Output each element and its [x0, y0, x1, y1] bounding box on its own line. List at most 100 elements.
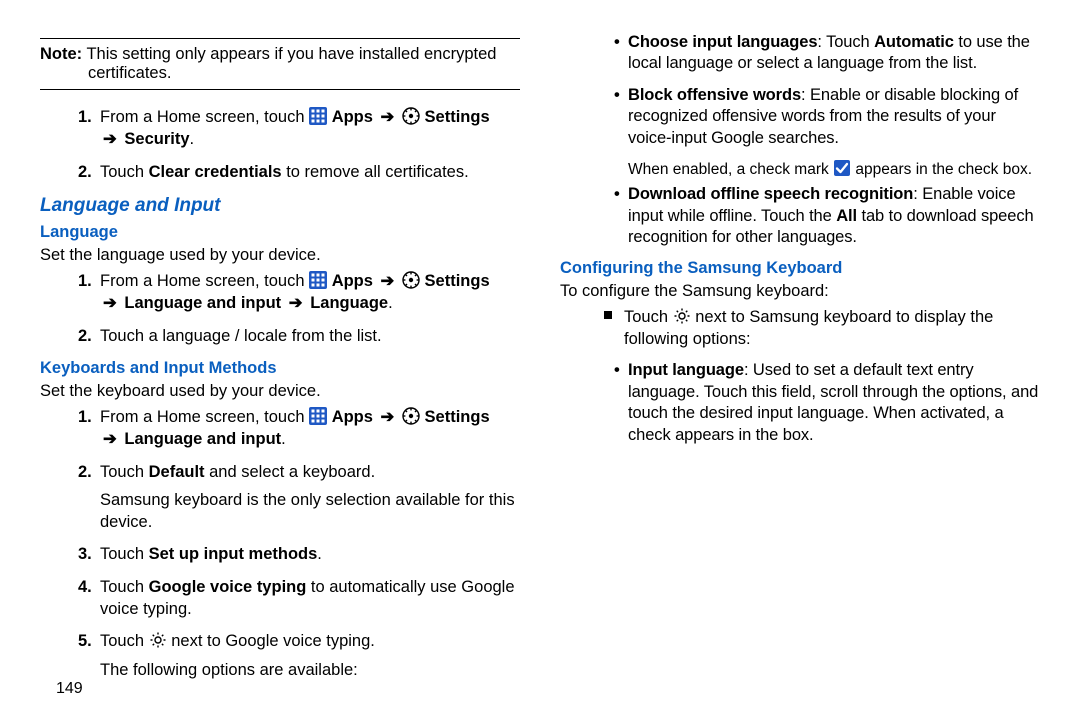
apps-grid-icon: [309, 407, 327, 425]
step-2: 2. Touch Clear credentials to remove all…: [78, 161, 520, 183]
step-text: Touch a language / locale from the list.: [100, 327, 382, 345]
google-options-bullets-2: Download offline speech recognition: Ena…: [560, 184, 1040, 248]
step-number: 2.: [78, 461, 92, 483]
settings-gear-icon: [402, 107, 420, 125]
keyboards-steps: 1. From a Home screen, touch Apps ➔ Sett…: [40, 406, 520, 681]
arrow-icon: ➔: [381, 272, 395, 290]
bullet-bold: Input language: [628, 361, 744, 379]
bullet-mid: : Touch: [817, 33, 874, 51]
lang-input-label: Language and input: [124, 294, 281, 312]
step-4: 4. Touch Google voice typing to automati…: [78, 576, 520, 621]
cfg-square-item: Touch next to Samsung keyboard to displa…: [598, 306, 1040, 351]
settings-label: Settings: [425, 108, 490, 126]
language-intro: Set the language used by your device.: [40, 244, 520, 266]
note-text: This setting only appears if you have in…: [86, 45, 496, 82]
checkmark-box-icon: [833, 159, 851, 177]
step-text-pre: Touch: [100, 545, 149, 563]
settings-gear-icon: [402, 271, 420, 289]
cfg-text-a: Touch: [624, 308, 673, 326]
step-text-post: to remove all certificates.: [282, 163, 469, 181]
note-text-a: When enabled, a check mark: [628, 161, 833, 178]
apps-grid-icon: [309, 271, 327, 289]
step-text-pre: Touch: [100, 578, 149, 596]
arrow-icon: ➔: [289, 294, 303, 312]
bullet-download-offline: Download offline speech recognition: Ena…: [614, 184, 1040, 248]
period: .: [388, 294, 393, 312]
cfg-square-bullets: Touch next to Samsung keyboard to displa…: [560, 306, 1040, 351]
keyboards-intro: Set the keyboard used by your device.: [40, 380, 520, 402]
step-text-post: .: [317, 545, 322, 563]
heading-language: Language: [40, 223, 520, 242]
step-2: 2. Touch Default and select a keyboard. …: [78, 461, 520, 534]
default-label: Default: [149, 463, 205, 481]
bullet-bold: Download offline speech recognition: [628, 185, 913, 203]
lang-input-label: Language and input: [124, 430, 281, 448]
apps-label: Apps: [332, 272, 373, 290]
google-options-bullets: Choose input languages: Touch Automatic …: [560, 32, 1040, 149]
note-block: Note: This setting only appears if you h…: [40, 43, 520, 85]
step-text-a: Touch: [100, 632, 149, 650]
cfg-sub-bullets: Input language: Used to set a default te…: [560, 360, 1040, 446]
clear-cred-steps: 1. From a Home screen, touch Apps ➔ Sett…: [40, 106, 520, 183]
step-1: 1. From a Home screen, touch Apps ➔ Sett…: [78, 406, 520, 451]
step-number: 2.: [78, 161, 92, 183]
rule-top: [40, 38, 520, 39]
bullet-block-offensive-words: Block offensive words: Enable or disable…: [614, 85, 1040, 149]
step-number: 4.: [78, 576, 92, 598]
step-extra: Samsung keyboard is the only selection a…: [100, 489, 520, 534]
rule-bottom: [40, 89, 520, 90]
note-prefix: Note:: [40, 45, 82, 63]
bullet-bold: Choose input languages: [628, 33, 817, 51]
period: .: [281, 430, 286, 448]
page-number: 149: [56, 680, 83, 698]
settings-gear-icon: [402, 407, 420, 425]
step-1: 1. From a Home screen, touch Apps ➔ Sett…: [78, 106, 520, 151]
heading-keyboards: Keyboards and Input Methods: [40, 359, 520, 378]
security-label: Security: [124, 130, 189, 148]
apps-label: Apps: [332, 408, 373, 426]
step-number: 5.: [78, 630, 92, 652]
step-text: From a Home screen, touch: [100, 108, 305, 126]
step-2: 2. Touch a language / locale from the li…: [78, 325, 520, 347]
step-text-b: next to Google voice typing.: [171, 632, 375, 650]
period: .: [190, 130, 195, 148]
language-label: Language: [310, 294, 388, 312]
cfg-intro: To configure the Samsung keyboard:: [560, 280, 1040, 302]
heading-configuring-samsung-keyboard: Configuring the Samsung Keyboard: [560, 259, 1040, 278]
language-steps: 1. From a Home screen, touch Apps ➔ Sett…: [40, 270, 520, 347]
settings-label: Settings: [425, 272, 490, 290]
step-number: 2.: [78, 325, 92, 347]
clear-credentials-label: Clear credentials: [149, 163, 282, 181]
arrow-icon: ➔: [103, 294, 117, 312]
setup-input-methods-label: Set up input methods: [149, 545, 318, 563]
gear-outline-icon: [149, 631, 167, 649]
step-number: 1.: [78, 106, 92, 128]
bullet-bold: Block offensive words: [628, 86, 801, 104]
bullet-choose-input-languages: Choose input languages: Touch Automatic …: [614, 32, 1040, 75]
step-text-pre: Touch: [100, 463, 149, 481]
bullet-input-language: Input language: Used to set a default te…: [614, 360, 1040, 446]
bullet-bold2: Automatic: [874, 33, 954, 51]
step-text-post: and select a keyboard.: [205, 463, 376, 481]
arrow-icon: ➔: [103, 130, 117, 148]
step-text-pre: Touch: [100, 163, 149, 181]
checkmark-note: When enabled, a check mark appears in th…: [628, 159, 1040, 180]
step-number: 1.: [78, 270, 92, 292]
step-extra: The following options are available:: [100, 659, 520, 681]
heading-language-and-input: Language and Input: [40, 195, 520, 217]
gear-outline-icon: [673, 307, 691, 325]
step-number: 1.: [78, 406, 92, 428]
bullet-bold2: All: [836, 207, 857, 225]
step-5: 5. Touch next to Google voice typing. Th…: [78, 630, 520, 681]
step-text: From a Home screen, touch: [100, 272, 305, 290]
google-voice-typing-label: Google voice typing: [149, 578, 307, 596]
step-number: 3.: [78, 543, 92, 565]
step-text: From a Home screen, touch: [100, 408, 305, 426]
arrow-icon: ➔: [381, 408, 395, 426]
step-1: 1. From a Home screen, touch Apps ➔ Sett…: [78, 270, 520, 315]
note-text-b: appears in the check box.: [855, 161, 1032, 178]
apps-grid-icon: [309, 107, 327, 125]
settings-label: Settings: [425, 408, 490, 426]
step-3: 3. Touch Set up input methods.: [78, 543, 520, 565]
arrow-icon: ➔: [103, 430, 117, 448]
